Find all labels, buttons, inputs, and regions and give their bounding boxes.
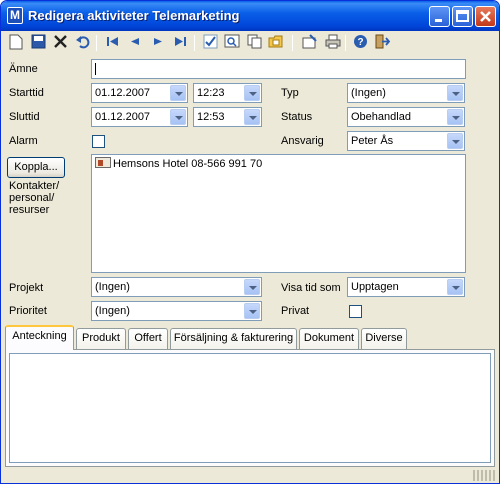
start-time-label: Starttid bbox=[9, 87, 44, 99]
maximize-icon[interactable] bbox=[452, 6, 473, 27]
responsible-value: Peter Ås bbox=[351, 135, 394, 147]
chevron-down-icon[interactable] bbox=[447, 109, 463, 125]
tab-dokument[interactable]: Dokument bbox=[299, 328, 359, 349]
toolbar-separator bbox=[96, 35, 97, 51]
tab-anteckning[interactable]: Anteckning bbox=[5, 325, 74, 350]
title-bar[interactable]: M Redigera aktiviteter Telemarketing bbox=[1, 1, 499, 31]
chevron-down-icon[interactable] bbox=[244, 109, 260, 125]
start-time-picker[interactable]: 12:23 bbox=[193, 83, 262, 103]
project-value: (Ingen) bbox=[95, 281, 130, 293]
previous-record-icon[interactable] bbox=[125, 34, 143, 52]
help-icon[interactable]: ? bbox=[351, 34, 369, 52]
subject-label: Ämne bbox=[9, 63, 38, 75]
contact-card-icon bbox=[95, 157, 111, 168]
chevron-down-icon[interactable] bbox=[244, 303, 260, 319]
end-time-label: Sluttid bbox=[9, 111, 40, 123]
toolbar: ? bbox=[3, 32, 497, 54]
alarm-checkbox[interactable] bbox=[92, 135, 105, 148]
responsible-label: Ansvarig bbox=[281, 135, 324, 147]
activity-window: M Redigera aktiviteter Telemarketing ? Ä… bbox=[0, 0, 500, 484]
show-time-select[interactable]: Upptagen bbox=[347, 277, 465, 297]
list-item[interactable]: Hemsons Hotel 08-566 991 70 bbox=[95, 157, 262, 170]
end-time-value: 12:53 bbox=[197, 111, 225, 123]
contacts-label: Kontakter/ personal/ resurser bbox=[9, 180, 60, 216]
contact-entry: Hemsons Hotel 08-566 991 70 bbox=[113, 158, 263, 170]
responsible-select[interactable]: Peter Ås bbox=[347, 131, 465, 151]
status-bar bbox=[3, 469, 497, 483]
type-label: Typ bbox=[281, 87, 299, 99]
project-label: Projekt bbox=[9, 282, 44, 294]
app-icon: M bbox=[7, 7, 23, 24]
status-select[interactable]: Obehandlad bbox=[347, 107, 465, 127]
chevron-down-icon[interactable] bbox=[244, 85, 260, 101]
priority-value: (Ingen) bbox=[95, 305, 130, 317]
end-date-value: 01.12.2007 bbox=[95, 111, 151, 123]
undo-icon[interactable] bbox=[73, 34, 91, 52]
tab-forsaljning-fakturering[interactable]: Försäljning & fakturering bbox=[170, 328, 297, 349]
link-contact-button[interactable]: Koppla... bbox=[7, 157, 65, 178]
chevron-down-icon[interactable] bbox=[170, 85, 186, 101]
start-date-picker[interactable]: 01.12.2007 bbox=[91, 83, 188, 103]
chevron-down-icon[interactable] bbox=[170, 109, 186, 125]
toolbar-separator bbox=[345, 35, 346, 51]
priority-select[interactable]: (Ingen) bbox=[91, 301, 262, 321]
chevron-down-icon[interactable] bbox=[244, 279, 260, 295]
minimize-icon[interactable] bbox=[429, 6, 450, 27]
delete-icon[interactable] bbox=[51, 34, 69, 52]
subject-input[interactable] bbox=[91, 59, 466, 79]
notes-textarea[interactable] bbox=[9, 353, 491, 463]
search-icon[interactable] bbox=[223, 34, 241, 52]
window-title: Redigera aktiviteter Telemarketing bbox=[28, 8, 240, 23]
print-icon[interactable] bbox=[324, 34, 342, 52]
end-date-picker[interactable]: 01.12.2007 bbox=[91, 107, 188, 127]
project-select[interactable]: (Ingen) bbox=[91, 277, 262, 297]
tab-panel bbox=[5, 349, 495, 467]
status-label: Status bbox=[281, 111, 313, 123]
start-time-value: 12:23 bbox=[197, 87, 225, 99]
exit-icon[interactable] bbox=[373, 34, 391, 52]
tab-produkt[interactable]: Produkt bbox=[76, 328, 126, 349]
text-cursor bbox=[95, 63, 96, 75]
properties-icon[interactable] bbox=[301, 34, 319, 52]
show-time-value: Upptagen bbox=[351, 281, 399, 293]
alarm-label: Alarm bbox=[9, 135, 38, 147]
last-record-icon[interactable] bbox=[171, 34, 189, 52]
save-icon[interactable] bbox=[29, 34, 47, 52]
contacts-list[interactable]: Hemsons Hotel 08-566 991 70 bbox=[91, 154, 466, 273]
type-value: (Ingen) bbox=[351, 87, 386, 99]
status-value: Obehandlad bbox=[351, 111, 411, 123]
svg-text:?: ? bbox=[357, 37, 363, 48]
private-checkbox[interactable] bbox=[349, 305, 362, 318]
folder-icon[interactable] bbox=[267, 34, 285, 52]
close-icon[interactable] bbox=[475, 6, 496, 27]
check-icon[interactable] bbox=[201, 34, 219, 52]
show-time-label: Visa tid som bbox=[281, 282, 341, 294]
type-select[interactable]: (Ingen) bbox=[347, 83, 465, 103]
resize-grip-icon[interactable] bbox=[473, 470, 495, 481]
toolbar-separator bbox=[292, 35, 293, 51]
new-icon[interactable] bbox=[7, 34, 25, 52]
tab-diverse[interactable]: Diverse bbox=[361, 328, 407, 349]
private-label: Privat bbox=[281, 305, 310, 317]
tab-offert[interactable]: Offert bbox=[128, 328, 168, 349]
end-time-picker[interactable]: 12:53 bbox=[193, 107, 262, 127]
chevron-down-icon[interactable] bbox=[447, 85, 463, 101]
toolbar-separator bbox=[194, 35, 195, 51]
next-record-icon[interactable] bbox=[149, 34, 167, 52]
start-date-value: 01.12.2007 bbox=[95, 87, 151, 99]
first-record-icon[interactable] bbox=[103, 34, 121, 52]
priority-label: Prioritet bbox=[9, 305, 47, 317]
copy-icon[interactable] bbox=[245, 34, 263, 52]
chevron-down-icon[interactable] bbox=[447, 133, 463, 149]
chevron-down-icon[interactable] bbox=[447, 279, 463, 295]
